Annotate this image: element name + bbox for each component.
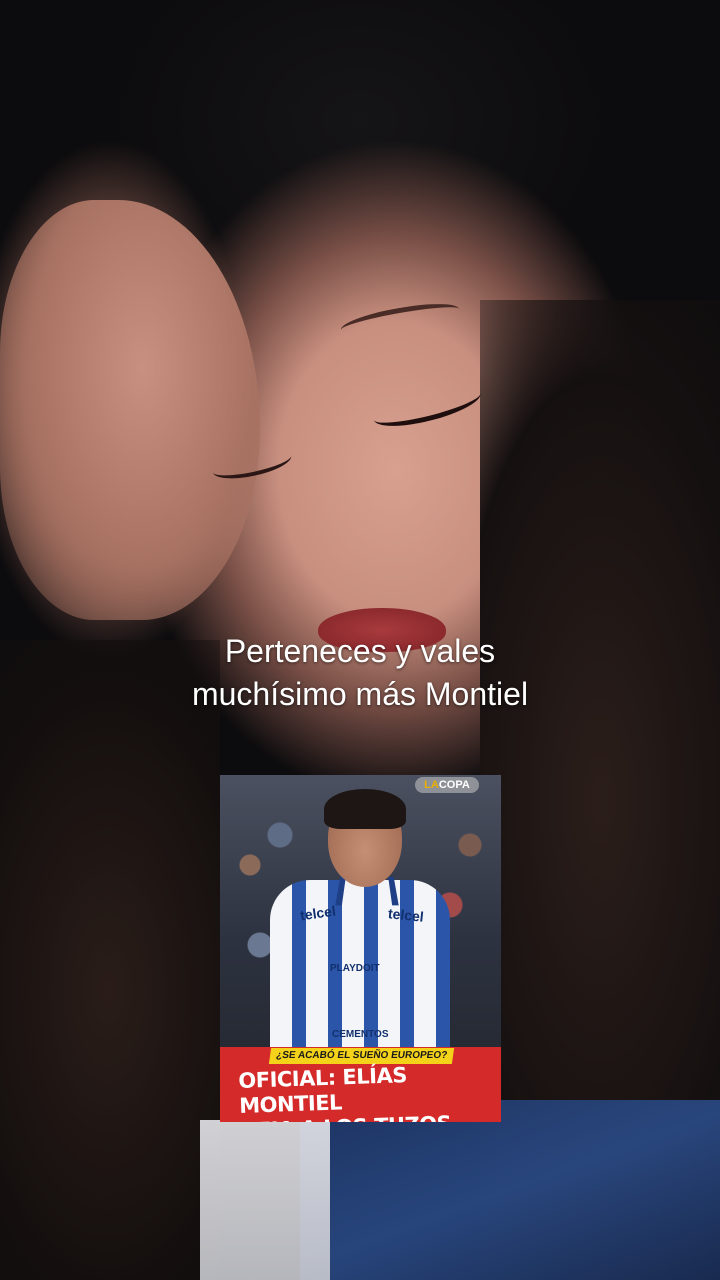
- jersey: [300, 1100, 720, 1280]
- caption-line-1: Perteneces y vales: [224, 633, 496, 669]
- logo-la: LA: [424, 779, 439, 791]
- hand-on-forehead: [0, 200, 260, 620]
- headline-line-1: OFICIAL: ELÍAS MONTIEL: [238, 1063, 408, 1118]
- lacopa-logo: LACOPA: [415, 777, 479, 793]
- eyebrow: [338, 297, 462, 342]
- logo-copa: COPA: [438, 779, 470, 791]
- white-shirt: [200, 1120, 330, 1280]
- closed-eye-right: [370, 379, 484, 434]
- caption-line-2: muchísimo más Montiel: [191, 676, 529, 712]
- headline-title: OFICIAL: ELÍAS MONTIEL DEJA A LOS TUZOS: [238, 1060, 500, 1122]
- player-hair: [324, 789, 406, 829]
- video-caption: Perteneces y vales muchísimo más Montiel: [120, 630, 600, 716]
- sponsor-playdoit: PLAYDOIT: [330, 963, 380, 974]
- sponsor-cementos: CEMENTOS: [332, 1029, 389, 1040]
- news-screenshot-card: telcel telcel PLAYDOIT CEMENTOS LACOPA ¿…: [220, 775, 501, 1122]
- hair-left: [0, 640, 220, 1280]
